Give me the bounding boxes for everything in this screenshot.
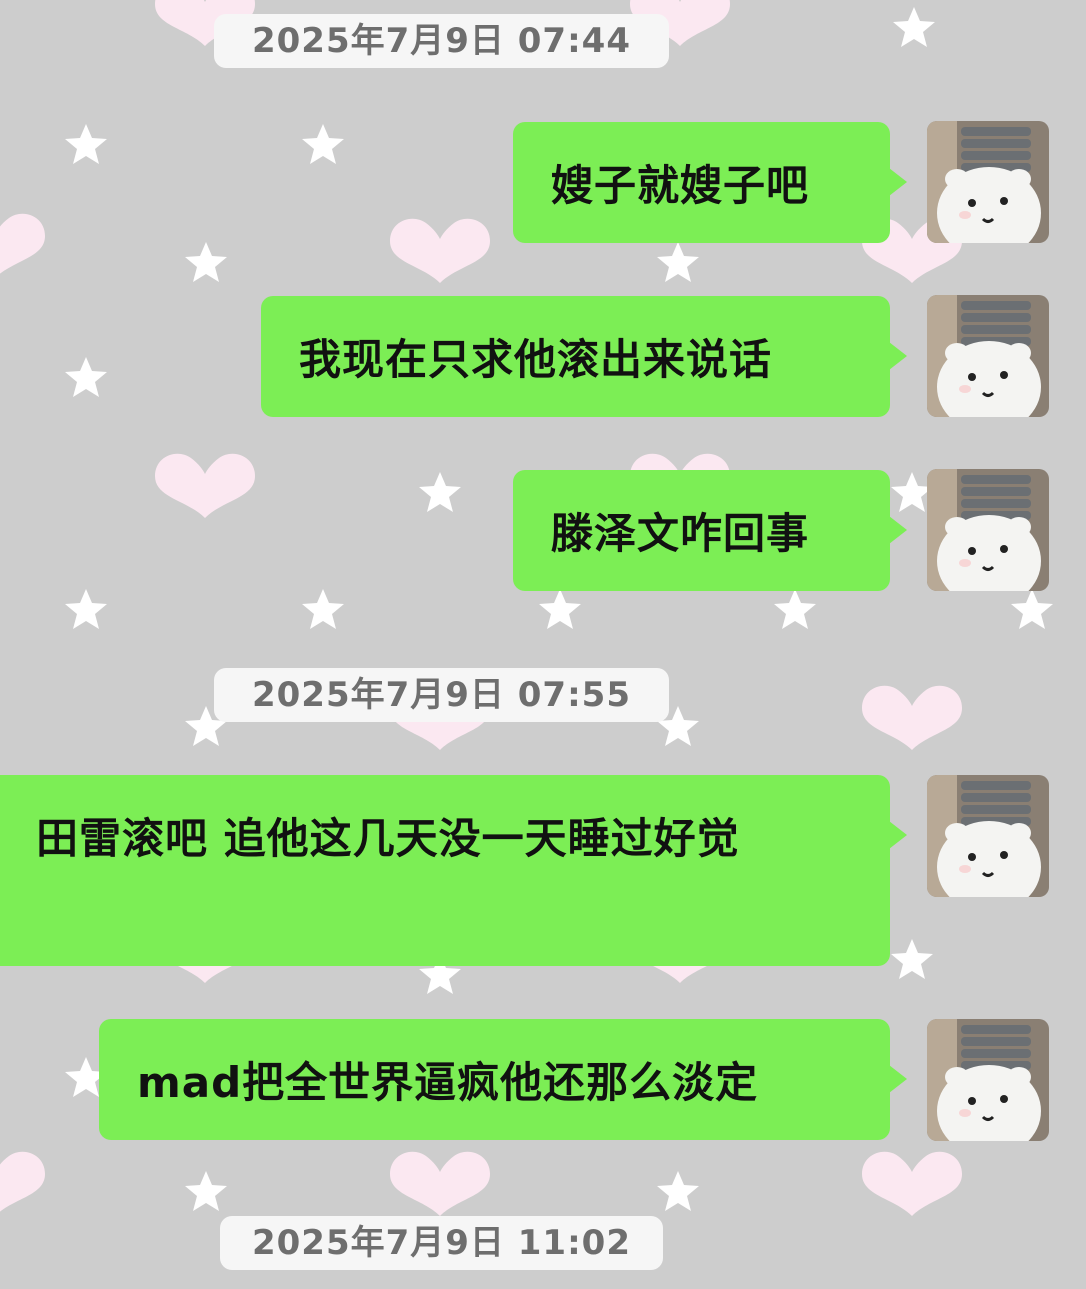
avatar-bear-icon[interactable] [927, 295, 1049, 417]
avatar-bear-icon[interactable] [927, 1019, 1049, 1141]
timestamp-divider: 2025年7月9日 11:02 [220, 1216, 663, 1270]
avatar-bear-icon[interactable] [927, 775, 1049, 897]
avatar-bear-icon[interactable] [927, 121, 1049, 243]
timestamp-divider: 2025年7月9日 07:44 [214, 14, 669, 68]
message-bubble[interactable]: 嫂子就嫂子吧 [513, 122, 907, 243]
timestamp-divider: 2025年7月9日 07:55 [214, 668, 669, 722]
message-bubble[interactable]: 滕泽文咋回事 [513, 470, 907, 591]
message-bubble[interactable]: 田雷滚吧 追他这几天没一天睡过好觉 [0, 775, 907, 966]
message-bubble[interactable]: 我现在只求他滚出来说话 [261, 296, 907, 417]
message-bubble[interactable]: mad把全世界逼疯他还那么淡定 [99, 1019, 907, 1140]
avatar-bear-icon[interactable] [927, 469, 1049, 591]
